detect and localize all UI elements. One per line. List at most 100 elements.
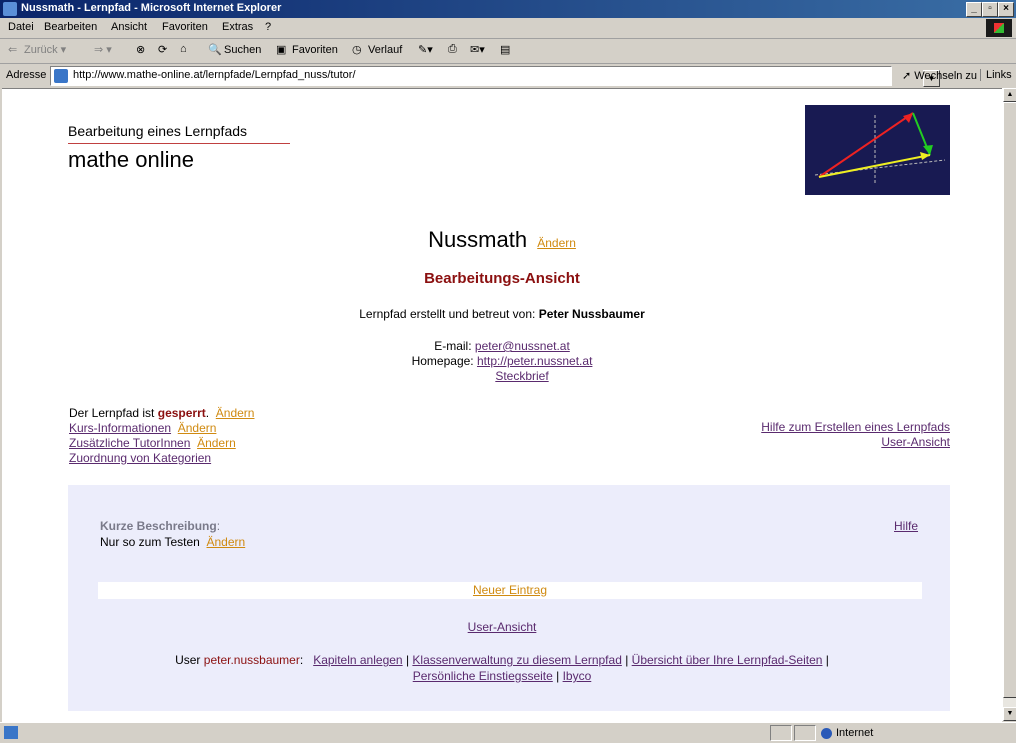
short-description-label: Kurze Beschreibung: <box>100 519 221 533</box>
mail-icon[interactable]: ✉▾ <box>470 43 485 56</box>
vector-logo <box>805 105 950 195</box>
edit-course-info-link[interactable]: Ändern <box>178 421 217 435</box>
search-icon: 🔍 <box>208 44 222 56</box>
go-label: Wechseln zu <box>914 70 978 82</box>
author-name: Peter Nussbaumer <box>538 307 645 321</box>
steckbrief-link[interactable]: Steckbrief <box>495 369 548 383</box>
favorites-button[interactable]: ▣ Favoriten <box>276 43 338 57</box>
header-brand: mathe online <box>68 147 194 172</box>
internet-zone-icon <box>821 728 832 739</box>
toolbar: ⇐ Zurück ▾ ⇒ ▾ ⊗ ⟳ ⌂ 🔍 Suchen ▣ Favoriten ◷… <box>0 39 1016 64</box>
address-input[interactable]: http://www.mathe-online.at/lernpfade/Ler… <box>50 66 940 87</box>
locked-status: gesperrt <box>157 406 206 420</box>
help-create-link[interactable]: Hilfe zum Erstellen eines Lernpfads <box>761 420 950 434</box>
header-kicker: Bearbeitung eines Lernpfads <box>68 123 248 139</box>
vertical-scrollbar[interactable]: ▲ ▼ <box>1002 88 1016 721</box>
personal-start-link[interactable]: Persönliche Einstiegsseite <box>413 669 553 683</box>
new-entry-bar: Neuer Eintrag <box>98 582 922 599</box>
email-label: E-mail: <box>434 339 472 353</box>
print-icon[interactable]: ⎙ <box>448 43 457 56</box>
search-button[interactable]: 🔍 Suchen <box>208 43 261 57</box>
status-pane <box>794 725 816 741</box>
refresh-icon[interactable]: ⟳ <box>158 43 167 56</box>
short-description: Nur so zum Testen Ändern <box>100 535 245 549</box>
menu-datei[interactable]: Datei <box>8 21 34 33</box>
links-button[interactable]: Links <box>980 69 1012 81</box>
edit-tutors-link[interactable]: Ändern <box>197 436 236 450</box>
overview-link[interactable]: Übersicht über Ihre Lernpfad-Seiten <box>632 653 823 667</box>
stop-icon[interactable]: ⊗ <box>136 43 145 56</box>
ibyco-link[interactable]: Ibyco <box>563 669 592 683</box>
tutors-link[interactable]: Zusätzliche TutorInnen <box>69 436 190 450</box>
maximize-button[interactable]: ▫ <box>982 2 998 17</box>
minimize-button[interactable]: _ <box>966 2 982 17</box>
scroll-down-icon[interactable]: ▼ <box>1003 707 1016 721</box>
class-management-link[interactable]: Klassenverwaltung zu diesem Lernpfad <box>412 653 621 667</box>
address-bar: Adresse http://www.mathe-online.at/lernp… <box>0 64 1016 88</box>
categories-link[interactable]: Zuordnung von Kategorien <box>69 451 211 465</box>
help-link-text[interactable]: Hilfe <box>894 519 918 533</box>
window-title: Nussmath - Lernpfad - Microsoft Internet… <box>21 2 282 14</box>
lernpfad-name: Nussmath <box>428 227 528 252</box>
menu-favoriten[interactable]: Favoriten <box>162 21 208 33</box>
menu-extras[interactable]: Extras <box>222 21 253 33</box>
edit-locked-link[interactable]: Ändern <box>216 406 255 420</box>
page-viewport: Bearbeitung eines Lernpfads mathe online… <box>2 88 1002 722</box>
homepage-label: Homepage: <box>411 354 474 368</box>
scroll-up-icon[interactable]: ▲ <box>1003 88 1016 102</box>
history-button[interactable]: ◷ Verlauf <box>352 43 402 57</box>
search-label: Suchen <box>224 43 262 56</box>
edit-icon[interactable]: ✎▾ <box>418 43 433 56</box>
locked-prefix: Der Lernpfad ist <box>69 406 155 420</box>
help-link: Hilfe <box>894 519 918 533</box>
created-prefix: Lernpfad erstellt und betreut von: <box>359 307 536 321</box>
forward-button[interactable]: ⇒ ▾ <box>94 43 112 56</box>
address-label: Adresse <box>6 69 47 81</box>
help-links: Hilfe zum Erstellen eines Lernpfads User… <box>761 420 950 450</box>
homepage-link[interactable]: http://peter.nussnet.at <box>477 354 592 368</box>
menu-help[interactable]: ? <box>265 21 271 33</box>
scroll-thumb[interactable] <box>1003 102 1016 698</box>
username: peter.nussbaumer <box>203 653 300 667</box>
header-divider <box>68 143 290 144</box>
email-link[interactable]: peter@nussnet.at <box>475 339 570 353</box>
user-prefix: User <box>175 653 201 667</box>
chapters-link[interactable]: Kapiteln anlegen <box>313 653 402 667</box>
home-icon[interactable]: ⌂ <box>180 43 187 55</box>
discuss-icon[interactable]: ▤ <box>500 43 510 56</box>
short-description-text: Nur so zum Testen <box>100 535 200 549</box>
edit-title-link[interactable]: Ändern <box>537 236 576 250</box>
windows-flag-icon <box>986 19 1012 37</box>
favorites-label: Favoriten <box>292 43 338 56</box>
course-info-link[interactable]: Kurs-Informationen <box>69 421 171 435</box>
back-label: Zurück <box>24 44 58 56</box>
page-status-icon <box>4 726 18 739</box>
contact-block: E-mail: peter@nussnet.at Homepage: http:… <box>2 339 1002 384</box>
user-view-bottom: User-Ansicht <box>2 620 1002 634</box>
page-icon <box>54 69 68 83</box>
security-zone: Internet <box>836 727 874 739</box>
status-bar: Internet <box>0 722 1016 743</box>
address-url: http://www.mathe-online.at/lernpfade/Ler… <box>73 69 356 81</box>
menu-bar: Datei Bearbeiten Ansicht Favoriten Extra… <box>0 18 1016 39</box>
user-view-link[interactable]: User-Ansicht <box>881 435 950 449</box>
ie-icon <box>3 2 17 16</box>
window-title-bar[interactable]: Nussmath - Lernpfad - Microsoft Internet… <box>0 0 1016 18</box>
status-pane <box>770 725 792 741</box>
menu-ansicht[interactable]: Ansicht <box>111 21 147 33</box>
edit-description-link[interactable]: Ändern <box>207 535 246 549</box>
favorites-icon: ▣ <box>276 44 287 56</box>
short-description-label-text: Kurze Beschreibung <box>100 519 217 533</box>
close-button[interactable]: × <box>998 2 1014 17</box>
go-button[interactable]: ➚ Wechseln zu <box>902 69 977 82</box>
created-by: Lernpfad erstellt und betreut von: Peter… <box>2 307 1002 321</box>
back-arrow-icon: ⇐ <box>8 44 18 57</box>
back-button[interactable]: ⇐ Zurück ▾ <box>8 43 66 57</box>
user-links-line: User peter.nussbaumer: Kapiteln anlegen … <box>175 653 829 683</box>
history-icon: ◷ <box>352 44 362 56</box>
page-title: Nussmath Ändern <box>2 227 1002 253</box>
view-subtitle: Bearbeitungs-Ansicht <box>424 270 580 287</box>
new-entry-link[interactable]: Neuer Eintrag <box>473 583 547 597</box>
user-view-bottom-link[interactable]: User-Ansicht <box>468 620 537 634</box>
menu-bearbeiten[interactable]: Bearbeiten <box>44 21 97 33</box>
